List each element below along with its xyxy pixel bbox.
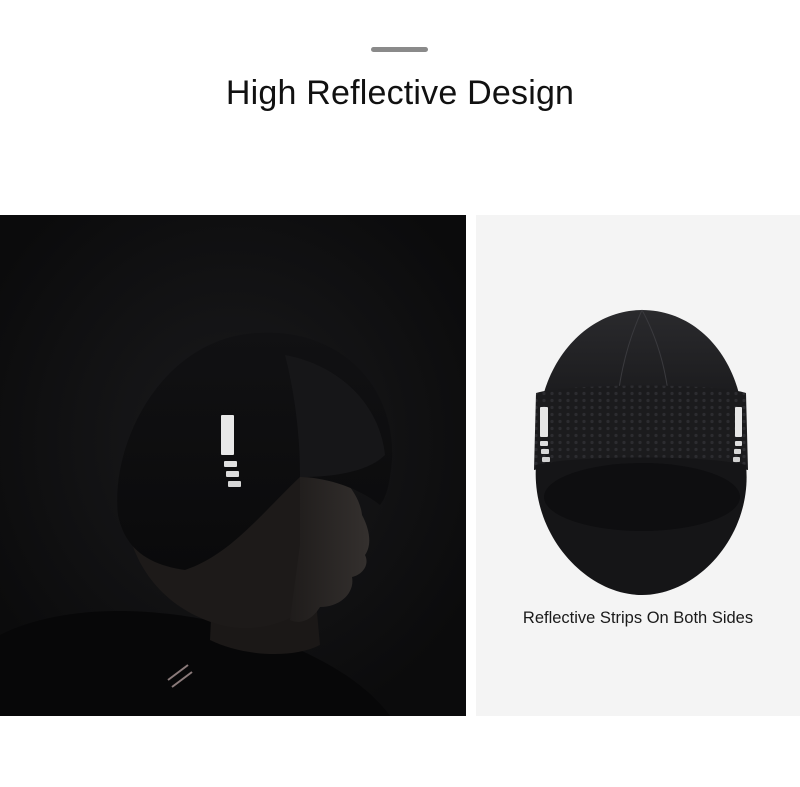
page-title: High Reflective Design bbox=[225, 74, 575, 112]
night-model-photo bbox=[0, 215, 466, 716]
decorative-top-bar bbox=[371, 47, 428, 52]
product-caption: Reflective Strips On Both Sides bbox=[522, 609, 754, 627]
product-photo bbox=[476, 215, 800, 716]
